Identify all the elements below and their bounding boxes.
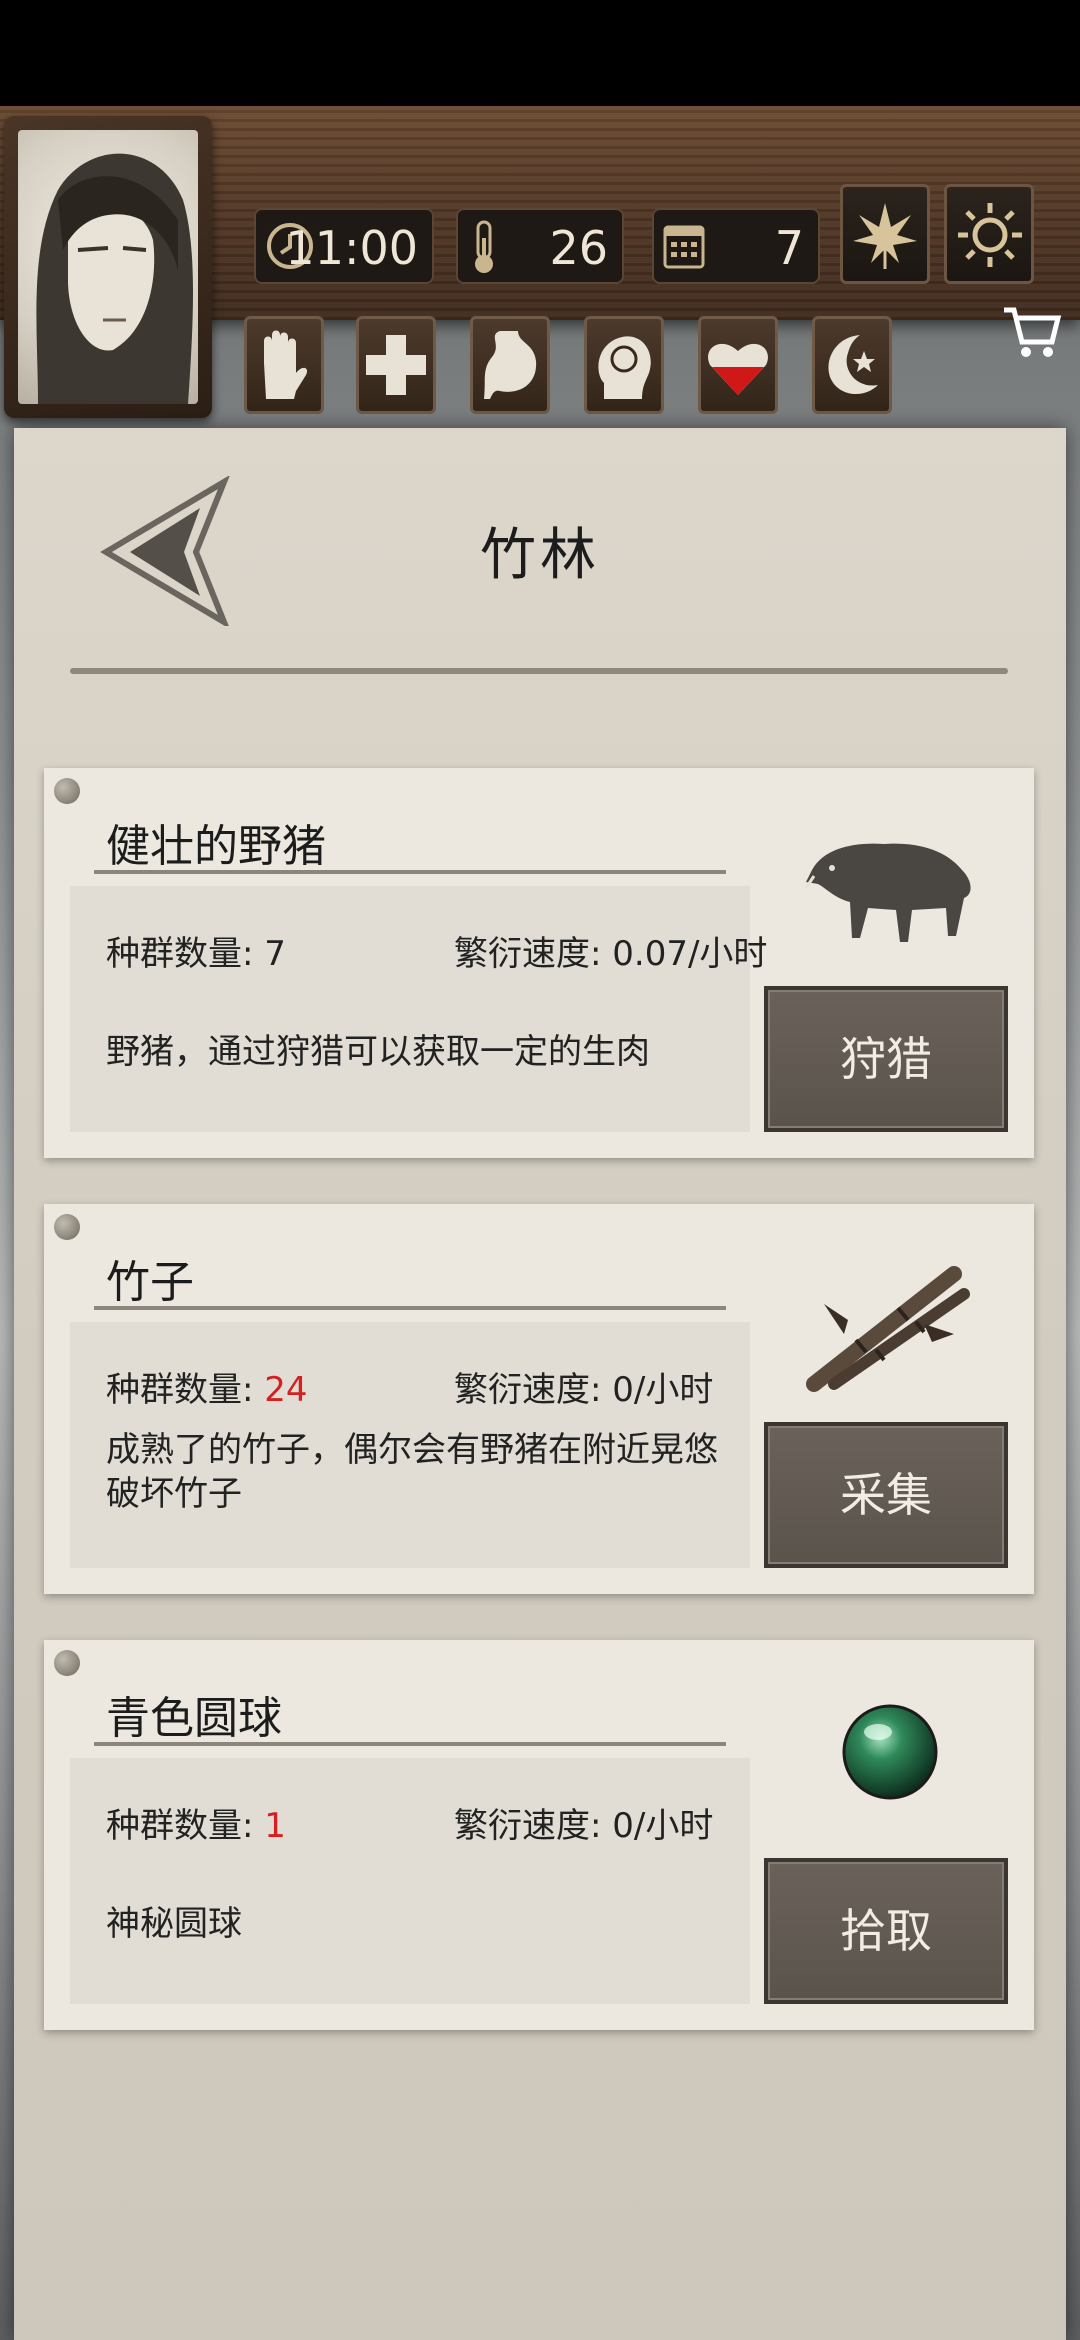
info-area: [70, 886, 750, 1132]
portrait-face-icon: [36, 153, 194, 404]
system-status-bar: [0, 0, 1080, 106]
rate-value: 0/小时: [612, 1370, 714, 1410]
title-divider: [70, 668, 1008, 674]
stomach-icon: [484, 331, 537, 399]
rate-text: 繁衍速度: 0.07/小时: [454, 926, 767, 975]
mind-icon: [598, 336, 651, 399]
population-value: 24: [264, 1370, 308, 1410]
shop-cart-icon[interactable]: [1000, 300, 1064, 364]
rate-label: 繁衍速度:: [454, 1806, 613, 1846]
location-title: 竹林: [480, 523, 600, 588]
hand-icon: [264, 330, 308, 399]
green-orb-icon: [842, 1704, 938, 1800]
resource-description: 成熟了的竹子，偶尔会有野猪在附近晃悠破坏竹子: [106, 1430, 718, 1514]
population-value: 1: [264, 1806, 286, 1846]
status-sleep-button[interactable]: [812, 316, 892, 414]
status-heart-button[interactable]: [698, 316, 778, 414]
day-display: 7: [652, 208, 820, 284]
population-label: 种群数量:: [106, 934, 265, 974]
season-button[interactable]: [840, 184, 930, 284]
character-portrait[interactable]: [4, 116, 212, 418]
name-underline: [94, 1306, 726, 1310]
gather-button[interactable]: 采集: [764, 1422, 1008, 1568]
pin-icon: [54, 1214, 80, 1240]
population-text: 种群数量: 1: [106, 1798, 286, 1847]
status-hunger-button[interactable]: [470, 316, 550, 414]
population-label: 种群数量:: [106, 1370, 265, 1410]
rate-text: 繁衍速度: 0/小时: [454, 1798, 713, 1847]
population-text: 种群数量: 7: [106, 926, 286, 975]
thermometer-icon: [475, 220, 493, 273]
health-cross-icon: [366, 335, 426, 395]
pin-icon: [54, 1650, 80, 1676]
rate-label: 繁衍速度:: [454, 934, 613, 974]
rate-text: 繁衍速度: 0/小时: [454, 1362, 713, 1411]
resource-name: 青色圆球: [106, 1693, 282, 1744]
day-value: 7: [774, 221, 804, 275]
resource-description: 神秘圆球: [106, 1904, 242, 1944]
population-label: 种群数量:: [106, 1806, 265, 1846]
rate-label: 繁衍速度:: [454, 1370, 613, 1410]
pin-icon: [54, 778, 80, 804]
population-text: 种群数量: 24: [106, 1362, 308, 1411]
name-underline: [94, 870, 726, 874]
resource-name: 竹子: [106, 1257, 194, 1308]
resource-card: 竹子 种群数量: 24 繁衍速度: 0/小时 成熟了的竹子，偶尔会有野猪在附近晃…: [44, 1204, 1034, 1594]
bamboo-icon: [806, 1266, 970, 1392]
status-hand-button[interactable]: [244, 316, 324, 414]
rate-value: 0.07/小时: [612, 934, 768, 974]
resource-description: 野猪，通过狩猎可以获取一定的生肉: [106, 1032, 650, 1072]
resource-card: 青色圆球 种群数量: 1 繁衍速度: 0/小时 神秘圆球 拾取: [44, 1640, 1034, 2030]
temperature-value: 26: [549, 221, 608, 275]
pickup-button[interactable]: 拾取: [764, 1858, 1008, 2004]
name-underline: [94, 1742, 726, 1746]
population-value: 7: [264, 934, 286, 974]
boar-icon: [804, 843, 971, 942]
time-display: 11:00: [254, 208, 434, 284]
rate-value: 0/小时: [612, 1806, 714, 1846]
weather-button[interactable]: [944, 184, 1034, 284]
info-area: [70, 1758, 750, 2004]
resource-name: 健壮的野猪: [106, 821, 326, 872]
resource-card: 健壮的野猪 种群数量: 7 繁衍速度: 0.07/小时 野猪，通过狩猎可以获取一…: [44, 768, 1034, 1158]
time-value: 11:00: [285, 221, 418, 275]
calendar-icon: [663, 225, 705, 269]
hunt-button[interactable]: 狩猎: [764, 986, 1008, 1132]
heart-icon: [708, 343, 768, 395]
status-mind-button[interactable]: [584, 316, 664, 414]
leaf-icon: [853, 203, 917, 269]
status-health-button[interactable]: [356, 316, 436, 414]
sun-icon: [958, 203, 1022, 267]
temperature-display: 26: [456, 208, 624, 284]
moon-icon: [828, 335, 878, 395]
